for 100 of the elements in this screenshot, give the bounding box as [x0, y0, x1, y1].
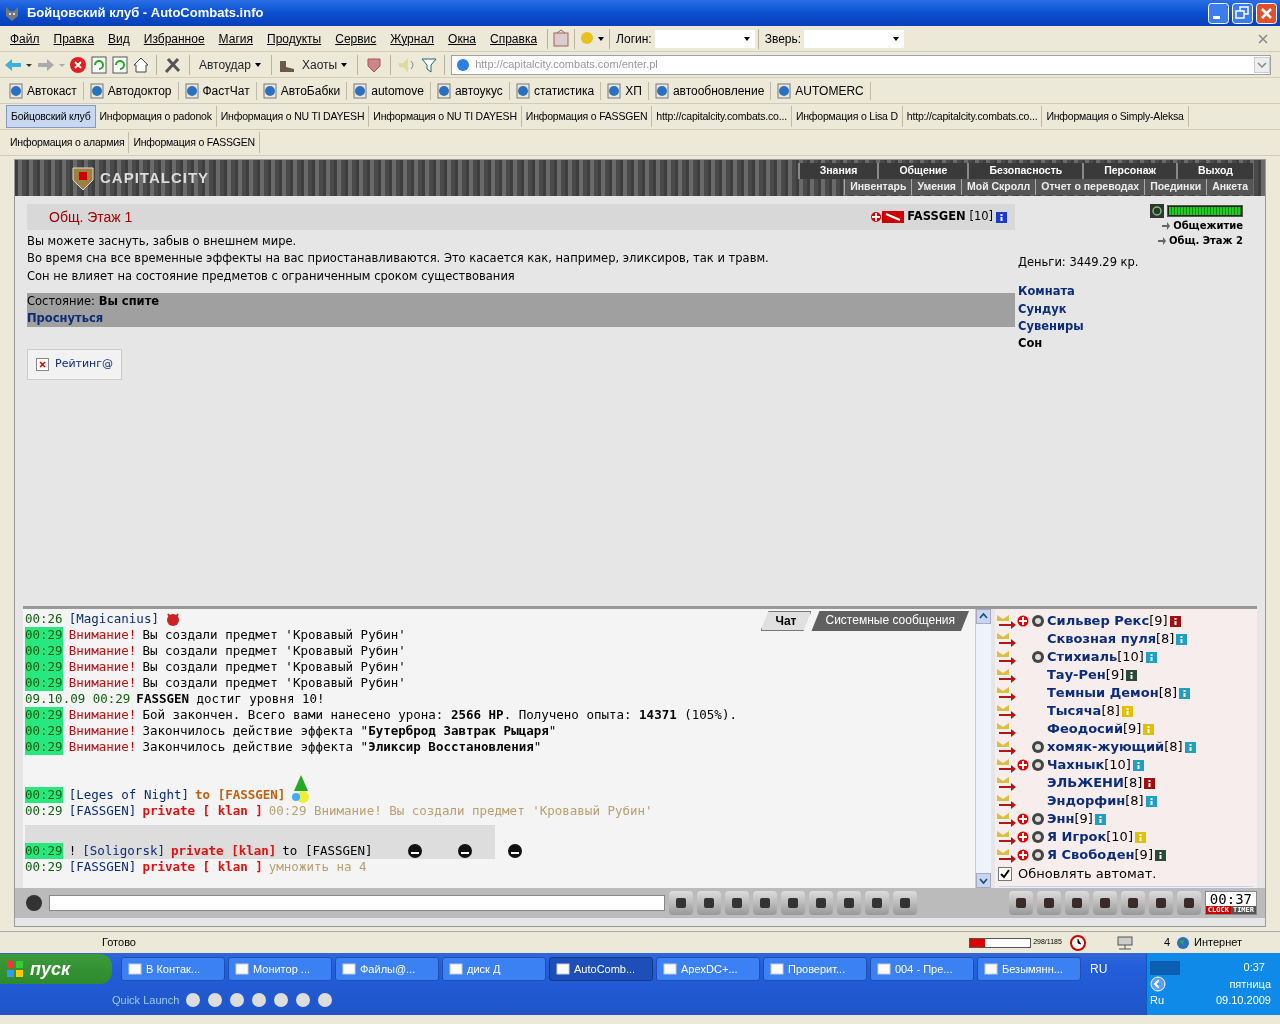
user-name[interactable]: Я Свободен — [1047, 845, 1135, 865]
chat-tab[interactable]: Системные сообщения — [811, 611, 969, 631]
browser-tab[interactable]: Информация о NU TI DAYESH — [216, 105, 370, 128]
bookmark-link[interactable]: Автокаст — [3, 81, 84, 100]
start-button[interactable]: пуск — [0, 954, 112, 984]
caret-icon[interactable] — [742, 34, 751, 43]
menu-item[interactable]: Окна — [441, 29, 483, 48]
scroll-down-icon[interactable] — [976, 873, 991, 888]
bookmark-link[interactable]: автообновление — [648, 81, 772, 100]
bookmark-link[interactable]: автоукус — [430, 81, 510, 100]
user-row[interactable]: Тау-Рен[9] — [995, 666, 1257, 684]
refresh-icon[interactable] — [90, 55, 108, 74]
user-row[interactable]: хомяк-жующий[8] — [995, 738, 1257, 756]
user-name[interactable]: Темныи Демон — [1047, 683, 1159, 703]
browser-tab[interactable]: http://capitalcity.combats.co... — [652, 105, 792, 128]
browser-tab[interactable]: http://capitalcity.combats.co... — [902, 105, 1043, 128]
minimize-icon[interactable] — [1208, 2, 1229, 24]
attack-icon[interactable] — [995, 721, 1017, 737]
close-icon[interactable] — [1257, 32, 1269, 45]
user-name[interactable]: Чахнык — [1047, 755, 1105, 775]
user-row[interactable]: Тысяча[8] — [995, 702, 1257, 720]
attack-icon[interactable] — [995, 613, 1017, 629]
browser-tab[interactable]: Информация о алармия — [6, 131, 130, 154]
attack-icon[interactable] — [995, 649, 1017, 665]
horizontal-scrollbar[interactable] — [999, 885, 1253, 886]
attack-icon[interactable] — [995, 829, 1017, 845]
menu-item[interactable]: Сервис — [328, 29, 384, 48]
bookmark-link[interactable]: AUTOMERC — [771, 81, 871, 100]
user-name[interactable]: Тысяча — [1047, 701, 1102, 721]
restore-icon[interactable] — [1232, 2, 1253, 24]
menu-item[interactable]: Файл — [3, 29, 47, 48]
browser-tab[interactable]: Бойцовский клуб — [6, 104, 96, 129]
attack-icon[interactable] — [995, 631, 1017, 647]
chat-nick[interactable]: [Leges of Night] — [68, 787, 190, 803]
user-name[interactable]: Сильвер Рекс — [1047, 611, 1150, 631]
user-row[interactable]: Сильвер Рекс[9] — [995, 612, 1257, 630]
taskbar-button[interactable]: Безымянн... — [977, 957, 1081, 981]
user-row[interactable]: Феодосий[9] — [995, 720, 1257, 738]
taskbar-button[interactable]: Проверит... — [763, 957, 867, 981]
taskbar-button[interactable]: AutoComb... — [549, 957, 653, 981]
user-row[interactable]: Я Игрок[10] — [995, 828, 1257, 846]
menu-item[interactable]: Справка — [483, 29, 545, 48]
home-icon[interactable] — [132, 55, 150, 74]
attack-icon[interactable] — [995, 775, 1017, 791]
attack-icon[interactable] — [995, 757, 1017, 773]
attack-icon[interactable] — [995, 739, 1017, 755]
bookmark-link[interactable]: automove — [347, 81, 431, 100]
exit-link[interactable]: Общежитие — [1162, 218, 1243, 233]
nav-link[interactable]: Безопасность — [967, 163, 1083, 179]
chat-nick[interactable]: [FASSGEN] — [68, 803, 137, 819]
user-row[interactable]: Темныи Демон[8] — [995, 684, 1257, 702]
caret-icon[interactable] — [892, 34, 901, 43]
nav-link[interactable]: Общение — [877, 163, 968, 179]
taskbar-button[interactable]: ApexDC+... — [656, 957, 760, 981]
rating-widget[interactable]: Рейтинг@ — [27, 349, 123, 380]
attack-icon[interactable] — [995, 811, 1017, 827]
menu-item[interactable]: Журнал — [383, 29, 442, 48]
bookmark-link[interactable]: ФастЧат — [178, 81, 257, 100]
chat-nick[interactable]: [Magicanius] — [68, 611, 159, 627]
user-row[interactable]: Энн[9] — [995, 810, 1257, 828]
location-link[interactable]: Сон — [1018, 335, 1255, 353]
user-row[interactable]: Чахнык[10] — [995, 756, 1257, 774]
beast-field[interactable] — [804, 29, 905, 48]
user-row[interactable]: Эндорфин[8] — [995, 792, 1257, 810]
menu-item[interactable]: Избранное — [136, 29, 212, 48]
user-name[interactable]: Сквозная пуля — [1047, 629, 1157, 649]
scrollbar[interactable] — [975, 609, 991, 888]
chaos-button[interactable]: Хаоты — [298, 55, 352, 74]
user-name[interactable]: Энн — [1047, 809, 1075, 829]
user-name[interactable]: хомяк-жующий — [1047, 737, 1165, 757]
scroll-up-icon[interactable] — [976, 609, 991, 624]
nav-link[interactable]: Знания — [797, 163, 878, 179]
taskbar-button[interactable]: 004 - Пре... — [870, 957, 974, 981]
attack-icon[interactable] — [995, 847, 1017, 863]
attack-icon[interactable] — [995, 685, 1017, 701]
browser-tab[interactable]: Информация о Lisa D — [791, 105, 903, 128]
expand-tray-icon[interactable] — [1150, 976, 1166, 992]
exit-link[interactable]: Общ. Этаж 2 — [1157, 233, 1243, 248]
user-name[interactable]: Стихиаль — [1047, 647, 1118, 667]
menu-item[interactable]: Магия — [211, 29, 260, 48]
language-indicator[interactable]: RU — [1090, 960, 1108, 978]
nav-link[interactable]: Выход — [1175, 163, 1253, 179]
wake-link[interactable]: Проснуться — [27, 310, 1015, 328]
user-name[interactable]: Тау-Рен — [1047, 665, 1106, 685]
chat-nick[interactable]: [FASSGEN] — [68, 859, 137, 875]
tray-language[interactable]: Ru — [1150, 992, 1165, 1009]
user-row[interactable]: Сквозная пуля[8] — [995, 630, 1257, 648]
browser-tab[interactable]: Информация о FASSGEN — [129, 131, 260, 154]
browser-tab[interactable]: Информация о NU TI DAYESH — [369, 105, 522, 128]
browser-tab[interactable]: Информация о Simply-Aleksa — [1042, 105, 1189, 128]
user-name[interactable]: ЭЛЬЖЕНИ — [1047, 773, 1124, 793]
autoupdate-checkbox[interactable] — [998, 866, 1012, 881]
autoattack-button[interactable]: Автоудар — [196, 55, 265, 74]
bookmark-link[interactable]: статистика — [509, 81, 602, 100]
taskbar-button[interactable]: Монитор ... — [228, 957, 332, 981]
attack-icon[interactable] — [995, 703, 1017, 719]
taskbar-button[interactable]: диск Д — [442, 957, 546, 981]
taskbar-button[interactable]: В Контак... — [121, 957, 225, 981]
bookmark-link[interactable]: ХП — [601, 81, 649, 100]
chat-tab[interactable]: Чат — [760, 611, 812, 631]
